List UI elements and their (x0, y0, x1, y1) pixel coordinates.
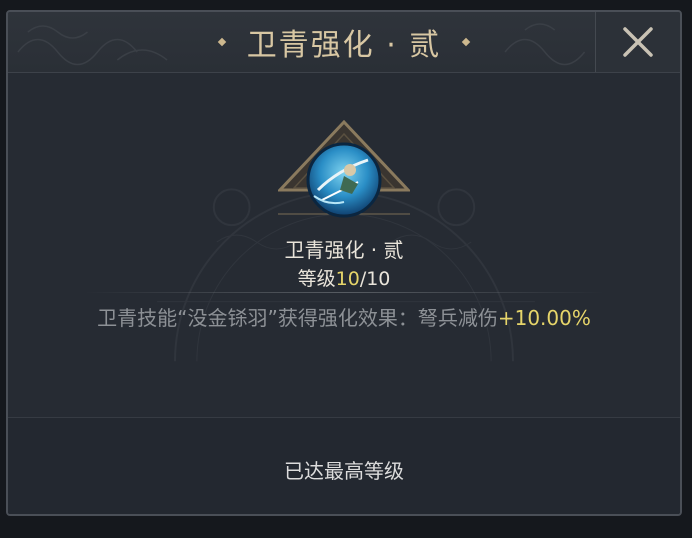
description-text: 卫青技能“没金铩羽”获得强化效果：弩兵减伤 (97, 306, 498, 330)
title-row: 卫青强化 · 贰 (8, 12, 680, 72)
title-left-ornament (217, 37, 226, 47)
level-label: 等级 (297, 268, 336, 290)
close-icon (623, 27, 653, 57)
skill-name: 卫青强化 · 贰 (284, 238, 404, 262)
dialog-title: 卫青强化 · 贰 (246, 28, 442, 63)
max-level-status: 已达最高等级 (284, 459, 404, 483)
dialog-header: 卫青强化 · 贰 (8, 12, 680, 73)
level-max: /10 (359, 268, 391, 290)
archer-skill-icon (306, 142, 382, 218)
name-divider (84, 292, 604, 293)
bonus-value: +10.00% (497, 306, 591, 330)
skill-upgrade-dialog: 卫青强化 · 贰 卫青强化 · 贰 等级10/10 卫青技能“没金铩羽”获得强化… (6, 10, 682, 516)
skill-level: 等级10/10 (8, 264, 680, 291)
title-right-ornament (462, 37, 471, 47)
close-button[interactable] (595, 12, 680, 72)
skill-description: 卫青技能“没金铩羽”获得强化效果：弩兵减伤+10.00% (8, 302, 680, 331)
level-current: 10 (335, 268, 360, 290)
